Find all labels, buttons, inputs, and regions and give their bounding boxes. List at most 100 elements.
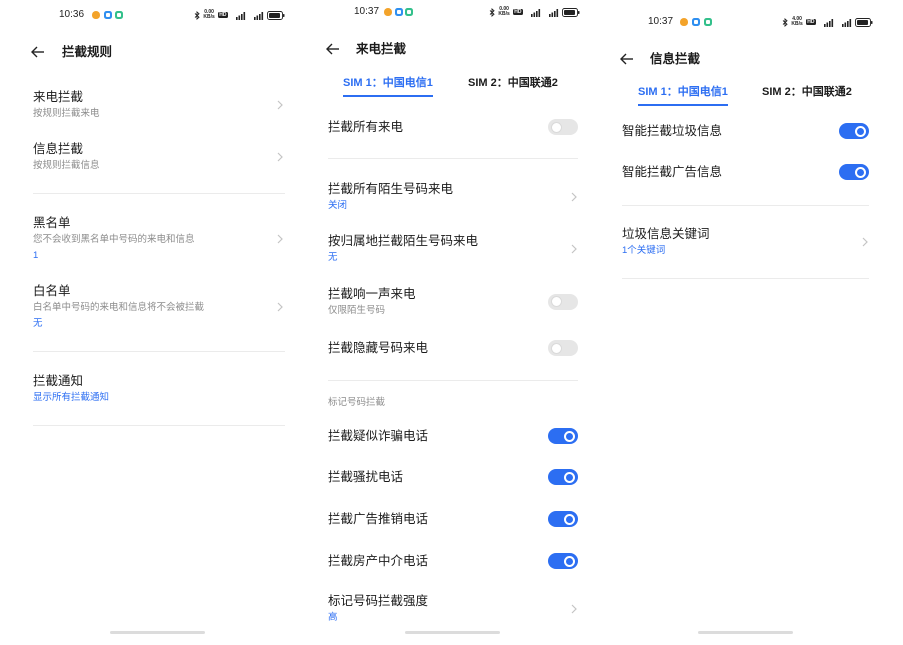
status-indicators: 4.00 KB/s HD — [782, 15, 873, 29]
list-item-smart-ad-blocking[interactable]: 智能拦截广告信息 — [622, 164, 869, 180]
toggle-knob — [551, 121, 562, 133]
status-indicators: 0.00 KB/s HD — [194, 8, 285, 22]
chevron-right-icon — [277, 152, 283, 161]
status-bar: 10:37 0.00 KB/s HD — [295, 5, 590, 19]
page-title: 信息拦截 — [650, 52, 701, 66]
list-item-message-blocking[interactable]: 信息拦截 按规则拦截信息 — [33, 141, 284, 172]
list-item-title: 拦截响一声来电 — [328, 287, 416, 301]
list-item-value: 无 — [33, 318, 43, 329]
back-arrow-icon[interactable] — [620, 53, 634, 65]
toggle-switch[interactable] — [839, 164, 869, 180]
network-speed: 0.00 KB/s — [498, 7, 509, 17]
home-indicator[interactable] — [698, 631, 793, 634]
network-speed-unit: KB/s — [791, 21, 803, 27]
list-item-block-real-estate-calls[interactable]: 拦截房产中介电话 — [328, 553, 578, 569]
list-item-title: 智能拦截广告信息 — [622, 165, 723, 179]
list-item-title: 来电拦截 — [33, 90, 84, 104]
list-item-block-telemarketing-calls[interactable]: 拦截广告推销电话 — [328, 511, 578, 527]
toggle-switch[interactable] — [548, 293, 578, 310]
toggle-switch[interactable] — [548, 511, 578, 527]
list-item-smart-spam-blocking[interactable]: 智能拦截垃圾信息 — [622, 123, 869, 139]
list-item-block-fraud-calls[interactable]: 拦截疑似诈骗电话 — [328, 428, 578, 444]
list-item-incoming-call-blocking[interactable]: 来电拦截 按规则拦截来电 — [33, 89, 284, 120]
tab-sim2[interactable]: SIM 2：中国联通2 — [468, 76, 558, 97]
header: 信息拦截 — [589, 51, 884, 67]
clock: 10:37 — [648, 16, 674, 27]
toggle-switch[interactable] — [548, 340, 578, 356]
list-item-blacklist[interactable]: 黑名单 您不会收到黑名单中号码的来电和信息 1 — [33, 215, 284, 262]
list-item-block-all-calls[interactable]: 拦截所有来电 — [328, 119, 578, 135]
home-indicator[interactable] — [405, 631, 500, 634]
app-notification-icon — [92, 11, 100, 19]
status-bar: 10:36 0.00 KB/s HD — [0, 8, 295, 22]
list-item-title: 拦截房产中介电话 — [328, 554, 429, 568]
divider — [622, 205, 869, 206]
list-item-block-one-ring-calls[interactable]: 拦截响一声来电 仅限陌生号码 — [328, 286, 578, 317]
toggle-knob — [564, 513, 575, 525]
list-item-blocking-notifications[interactable]: 拦截通知 显示所有拦截通知 — [33, 373, 284, 404]
header: 拦截规则 — [0, 44, 295, 60]
chevron-right-icon — [277, 100, 283, 109]
list-item-value: 显示所有拦截通知 — [33, 392, 110, 403]
home-indicator[interactable] — [110, 631, 205, 634]
tab-sim1[interactable]: SIM 1：中国电信1 — [638, 85, 728, 106]
list-item-title: 垃圾信息关键词 — [622, 227, 710, 241]
network-speed: 0.00 KB/s — [203, 10, 214, 20]
network-speed-unit: KB/s — [203, 14, 215, 20]
back-arrow-icon[interactable] — [31, 46, 45, 58]
app-notification-icon — [405, 8, 413, 16]
tab-sim1[interactable]: SIM 1：中国电信1 — [343, 76, 433, 97]
toggle-switch[interactable] — [548, 428, 578, 444]
chevron-right-icon — [571, 604, 577, 613]
list-item-title: 信息拦截 — [33, 142, 84, 156]
list-item-marked-blocking-strength[interactable]: 标记号码拦截强度 高 — [328, 593, 578, 624]
list-item-whitelist[interactable]: 白名单 白名单中号码的来电和信息将不会被拦截 无 — [33, 283, 284, 330]
toggle-switch[interactable] — [548, 553, 578, 569]
list-item-title: 拦截骚扰电话 — [328, 470, 404, 484]
clock: 10:37 — [354, 6, 380, 17]
hd-voice-icon: HD — [805, 19, 816, 25]
message-blocking-screen: 10:37 4.00 KB/s HD 信息拦截 SIM 1：中国电信1 SIM 2… — [589, 0, 884, 645]
battery-icon — [855, 17, 873, 27]
list-item-title: 拦截所有陌生号码来电 — [328, 182, 454, 196]
bluetooth-icon — [490, 7, 496, 17]
list-item-block-harassment-calls[interactable]: 拦截骚扰电话 — [328, 469, 578, 485]
divider — [328, 380, 578, 381]
list-item-subtitle: 按规则拦截来电 — [33, 108, 100, 119]
section-header: 标记号码拦截 — [328, 397, 386, 408]
tab-sim2[interactable]: SIM 2：中国联通2 — [762, 85, 852, 106]
toggle-knob — [855, 166, 866, 178]
list-item-title: 拦截广告推销电话 — [328, 512, 429, 526]
app-notification-icon — [395, 8, 403, 16]
page-title: 来电拦截 — [356, 42, 407, 56]
blocking-rules-screen: 10:36 0.00 KB/s HD 拦截规则 来电拦截 按规则拦截来电 信息拦截… — [0, 0, 295, 645]
divider — [33, 425, 285, 426]
list-item-title: 智能拦截垃圾信息 — [622, 124, 723, 138]
toggle-knob — [564, 430, 575, 442]
app-notification-icon — [704, 18, 712, 26]
list-item-block-by-region[interactable]: 按归属地拦截陌生号码来电 无 — [328, 233, 578, 264]
call-blocking-screen: 10:37 0.00 KB/s HD 来电拦截 SIM 1：中国电信1 SIM 2… — [295, 0, 590, 645]
toggle-switch[interactable] — [839, 123, 869, 139]
back-arrow-icon[interactable] — [326, 43, 340, 55]
header: 来电拦截 — [295, 41, 590, 57]
chevron-right-icon — [277, 234, 283, 243]
hd-voice-icon: HD — [512, 9, 523, 15]
list-item-title: 拦截隐藏号码来电 — [328, 341, 429, 355]
list-item-subtitle: 您不会收到黑名单中号码的来电和信息 — [33, 234, 195, 245]
status-indicators: 0.00 KB/s HD — [489, 5, 580, 19]
network-speed: 4.00 KB/s — [791, 17, 802, 27]
signal-strength-icon — [236, 11, 246, 20]
list-item-block-unknown-numbers[interactable]: 拦截所有陌生号码来电 关闭 — [328, 181, 578, 212]
chevron-right-icon — [571, 244, 577, 253]
toggle-switch[interactable] — [548, 469, 578, 485]
signal-strength-icon — [254, 11, 264, 20]
list-item-block-hidden-numbers[interactable]: 拦截隐藏号码来电 — [328, 340, 578, 356]
toggle-knob — [551, 342, 562, 354]
toggle-switch[interactable] — [548, 119, 578, 135]
app-notification-icon — [115, 11, 123, 19]
list-item-title: 标记号码拦截强度 — [328, 594, 429, 608]
toggle-knob — [564, 471, 575, 483]
app-notification-icon — [680, 18, 688, 26]
list-item-spam-keywords[interactable]: 垃圾信息关键词 1个关键词 — [622, 226, 869, 257]
